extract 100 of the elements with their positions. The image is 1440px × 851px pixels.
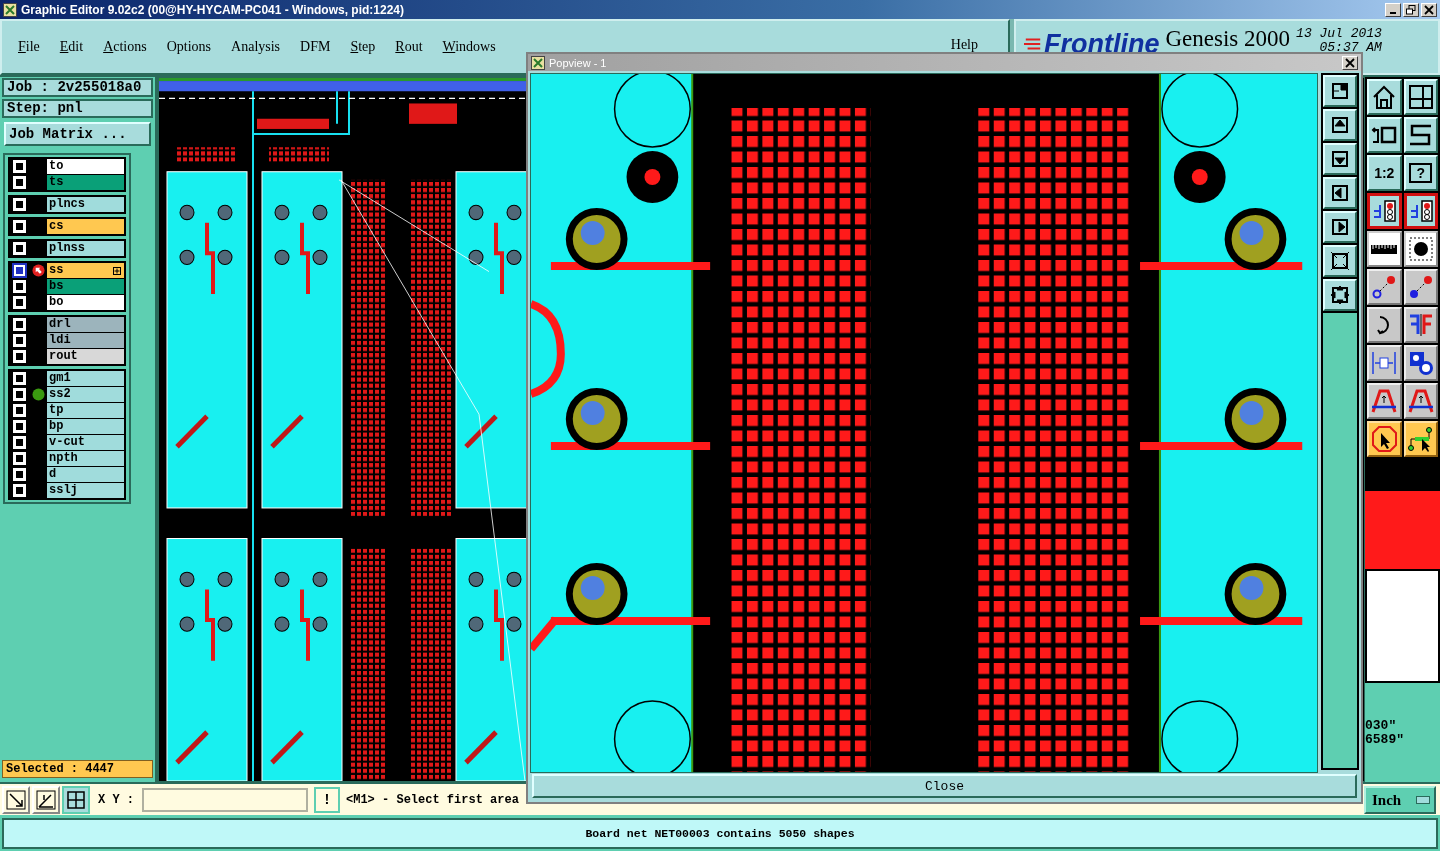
tool-button[interactable]: ? [1403,155,1438,192]
layer-row[interactable]: ts [10,175,124,191]
layer-name[interactable]: tp [47,403,124,419]
layer-row[interactable]: ss [10,263,124,279]
layer-name[interactable]: v-cut [47,435,124,451]
layer-name[interactable]: sslj [47,483,124,499]
pointer-icon [1370,425,1399,454]
dropdown-icon [1416,796,1430,804]
menu-item[interactable]: Help [940,37,988,54]
layer-name[interactable]: ts [47,175,124,191]
xy-label: X Y : [98,792,134,807]
menu-item[interactable]: Analysis [221,39,291,56]
restore-icon [1406,4,1416,15]
view-button[interactable] [1323,177,1357,209]
layer-checkbox[interactable] [14,319,25,331]
layer-row[interactable]: drl [10,317,124,333]
menu-item[interactable]: Options [156,39,222,56]
menu-item[interactable]: Windows [432,39,506,56]
grid-icon [66,789,86,810]
menu-item[interactable]: Rout [385,39,433,56]
layer-row[interactable]: npth [10,451,124,467]
layer-name[interactable]: plncs [47,197,124,213]
layer-row[interactable]: ss2 [10,387,124,403]
layer-row[interactable]: bo [10,295,124,311]
layer-checkbox[interactable] [14,373,25,385]
layer-row[interactable]: plnss [10,241,124,257]
layer-checkbox[interactable] [14,469,25,481]
job-matrix-button[interactable]: Job Matrix ... [4,122,151,147]
layer-row[interactable]: sslj [10,483,124,499]
layer-name[interactable]: ldi [47,333,124,349]
layer-row[interactable]: plncs [10,197,124,213]
time-text: 05:37 AM [1319,41,1382,56]
menu-item[interactable]: Actions [93,39,157,56]
layer-checkbox[interactable] [14,437,25,449]
tool-button[interactable]: 1:2 [1367,155,1402,192]
menu-item[interactable]: Edit [49,39,94,56]
layer-checkbox[interactable] [14,405,25,417]
angle-icon [36,789,56,810]
layer-name[interactable]: cs [47,219,124,235]
layer-row[interactable]: v-cut [10,435,124,451]
layer-checkbox[interactable] [14,485,25,497]
layer-row[interactable]: tp [10,403,124,419]
close-popview-button[interactable]: Close [532,774,1357,798]
layer-row[interactable]: gm1 [10,371,124,387]
layer-checkbox[interactable] [14,335,25,347]
layer-name[interactable]: ss [47,263,124,279]
view-button[interactable] [1323,109,1357,141]
alert-button[interactable]: ! [314,786,340,813]
layer-checkbox[interactable] [14,453,25,465]
minimize-button[interactable] [1385,2,1401,17]
units-dropdown[interactable]: Inch [1364,786,1436,814]
layer-checkbox[interactable] [14,281,25,293]
layer-row[interactable]: d [10,467,124,483]
layer-checkbox[interactable] [14,199,25,211]
view-button[interactable] [1323,245,1357,277]
view-button[interactable] [1323,75,1357,107]
layer-row[interactable]: cs [10,219,124,235]
job-label: Job : 2v255018a0 [2,78,153,98]
layer-row[interactable]: bs [10,279,124,295]
layer-name[interactable]: drl [47,317,124,333]
layer-row[interactable]: rout [10,349,124,365]
layer-name[interactable]: bp [47,419,124,435]
date-text: 13 Jul 2013 [1296,27,1382,42]
layer-name[interactable]: d [47,467,124,483]
xy-input-field[interactable] [142,787,308,812]
step-label: Step: pnl [2,99,153,119]
layer-checkbox[interactable] [14,265,25,277]
layer-checkbox[interactable] [14,161,25,173]
layer-checkbox[interactable] [14,421,25,433]
layer-checkbox[interactable] [14,351,25,363]
layer-name[interactable]: npth [47,451,124,467]
layer-row[interactable]: ldi [10,333,124,349]
selected-count: Selected : 4447 [2,760,153,779]
view-button[interactable] [1323,211,1357,243]
layer-checkbox[interactable] [14,389,25,401]
layer-name[interactable]: plnss [47,241,124,257]
view-button[interactable] [1323,143,1357,175]
layer-name[interactable]: to [47,159,124,175]
layer-checkbox[interactable] [14,177,25,189]
tool-button[interactable] [1367,193,1402,230]
layer-checkbox[interactable] [14,243,25,255]
tool-button[interactable] [1403,193,1438,230]
menu-item[interactable]: Step [340,39,386,56]
layer-name[interactable]: rout [47,349,124,365]
tool-button[interactable] [62,785,90,814]
restore-button[interactable] [1403,2,1419,17]
layer-row[interactable]: to [10,159,124,175]
layer-checkbox[interactable] [14,221,25,233]
layer-name[interactable]: bo [47,295,124,311]
layer-row[interactable]: bp [10,419,124,435]
menu-item[interactable]: DFM [290,39,341,56]
close-button[interactable] [1342,55,1358,70]
close-button[interactable] [1421,2,1437,17]
app-icon [3,2,17,17]
menu-item[interactable]: File [8,39,50,56]
layer-name[interactable]: gm1 [47,371,124,387]
layer-checkbox[interactable] [14,297,25,309]
layer-name[interactable]: ss2 [47,387,124,403]
view-button[interactable] [1323,279,1357,311]
layer-name[interactable]: bs [47,279,124,295]
